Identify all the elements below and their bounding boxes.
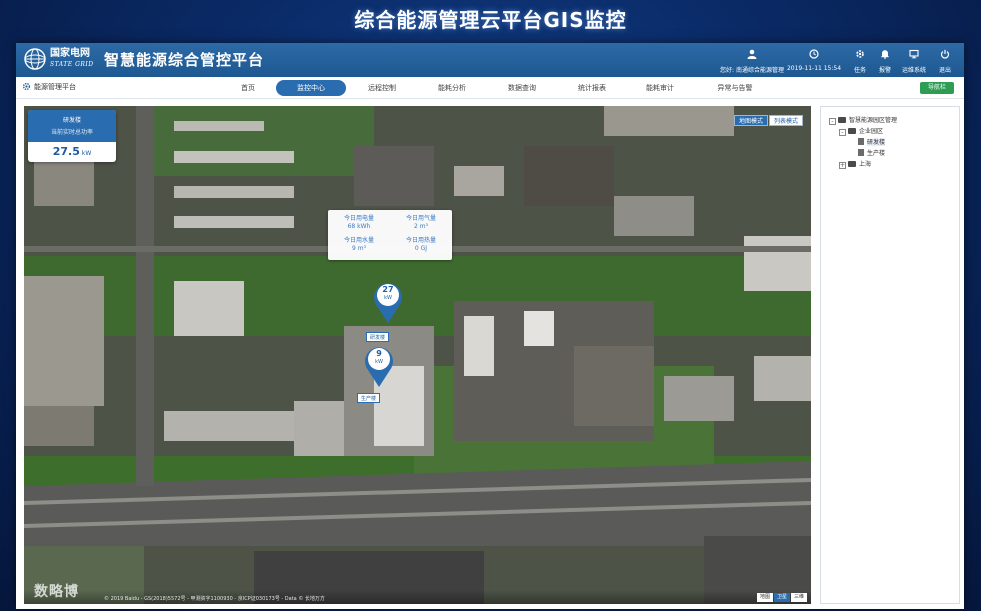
folder-icon <box>848 161 856 167</box>
tab-monitor-center[interactable]: 监控中心 <box>276 80 346 96</box>
building-icon <box>858 138 864 145</box>
app-window: 国家电网 STATE GRID 智慧能源综合管控平台 您好: 南通综合能源管理 … <box>16 43 964 609</box>
satellite-map[interactable]: 研发楼 当前实时总功率 27.5 kW 地图模式 列表模式 今日用电量 68 kWh… <box>24 106 811 604</box>
map-footer: 数略博 © 2019 Baidu - GS(2018)5572号 - 甲测资字1… <box>24 584 811 604</box>
watermark: 数略博 <box>34 584 79 600</box>
datetime-text: 2019-11-11 15:54 <box>786 65 842 72</box>
map-type-satellite[interactable]: 卫星 <box>773 593 790 602</box>
logout-label: 退出 <box>938 67 951 74</box>
tab-statistics-report[interactable]: 统计报表 <box>564 80 620 96</box>
brand-cn: 国家电网 <box>50 48 90 59</box>
map-type-map[interactable]: 地图 <box>756 593 773 602</box>
tree-node-enterprise-park[interactable]: - 企业园区 <box>829 126 959 137</box>
expand-icon[interactable]: + <box>839 162 846 169</box>
map-copyright: © 2019 Baidu - GS(2018)5572号 - 甲测资字11009… <box>104 596 325 602</box>
breadcrumb-label: 能源管理平台 <box>34 83 76 91</box>
user-icon <box>747 49 757 59</box>
map-type-switch: 地图 卫星 三维 <box>756 583 807 602</box>
stat-subtitle: 当前实时总功率 <box>50 129 93 136</box>
info-heat-value: 0 GJ <box>414 245 428 252</box>
collapse-icon[interactable]: - <box>839 129 846 136</box>
building-power-card[interactable]: 研发楼 当前实时总功率 27.5 kW <box>28 110 116 162</box>
info-gas: 今日用气量 2 m³ <box>392 215 450 231</box>
alarm-button[interactable]: 报警 <box>870 49 900 74</box>
state-grid-logo-icon <box>24 48 46 70</box>
logout-button[interactable]: 退出 <box>930 49 960 74</box>
tab-exceptions-alarms[interactable]: 异常与告警 <box>702 80 768 96</box>
tab-home[interactable]: 首页 <box>226 80 270 96</box>
energy-info-popup: 今日用电量 68 kWh 今日用气量 2 m³ 今日用水量 9 m³ 今日用热量… <box>328 210 452 260</box>
tab-energy-audit[interactable]: 能耗审计 <box>632 80 688 96</box>
clock-icon <box>809 49 819 59</box>
collapse-icon[interactable]: - <box>829 118 836 125</box>
info-water-label: 今日用水量 <box>343 237 374 244</box>
gear-icon <box>22 82 31 91</box>
app-title: 智慧能源综合管控平台 <box>104 51 265 69</box>
stat-card-header: 研发楼 当前实时总功率 <box>28 110 116 142</box>
tree-node-label: 智慧能源园区管理 <box>849 117 898 124</box>
tab-data-query[interactable]: 数据查询 <box>494 80 550 96</box>
view-mode-switch: 地图模式 列表模式 <box>733 108 804 127</box>
info-electricity: 今日用电量 68 kWh <box>330 215 388 231</box>
alarm-label: 报警 <box>878 67 891 74</box>
tree-node-label: 生产楼 <box>867 150 886 157</box>
marker-power-value: 27 <box>382 285 394 294</box>
map-marker-production-building[interactable]: 9 kW <box>361 342 397 388</box>
bell-icon <box>881 50 889 59</box>
info-gas-label: 今日用气量 <box>405 215 436 222</box>
stat-power-value: 27.5 kW <box>28 145 116 158</box>
stat-value-number: 27.5 <box>52 145 80 158</box>
map-type-3d[interactable]: 三维 <box>790 593 807 602</box>
folder-icon <box>838 117 846 123</box>
map-mode-button[interactable]: 地图模式 <box>734 115 769 126</box>
ops-system-label: 运维系统 <box>901 67 926 74</box>
list-mode-button[interactable]: 列表模式 <box>769 115 804 126</box>
power-icon <box>940 49 950 59</box>
marker-label-rd-building[interactable]: 研发楼 <box>366 332 390 342</box>
tree-node-label: 企业园区 <box>859 128 884 135</box>
stat-building-name: 研发楼 <box>62 117 81 124</box>
info-water: 今日用水量 9 m³ <box>330 237 388 253</box>
marker-power-unit: kW <box>375 359 383 365</box>
info-electricity-value: 68 kWh <box>347 223 371 230</box>
marker-label-production-building[interactable]: 生产楼 <box>357 393 381 403</box>
aerial-imagery <box>24 106 811 604</box>
brand: 国家电网 STATE GRID <box>50 48 94 70</box>
tab-remote-control[interactable]: 远程控制 <box>354 80 410 96</box>
tab-energy-analysis[interactable]: 能耗分析 <box>424 80 480 96</box>
brand-en: STATE GRID <box>50 61 94 68</box>
navigation-toggle-button[interactable]: 导航栏 <box>920 82 954 94</box>
info-heat: 今日用热量 0 GJ <box>392 237 450 253</box>
breadcrumb[interactable]: 能源管理平台 <box>22 82 76 92</box>
tree-node-production-building[interactable]: 生产楼 <box>829 148 959 159</box>
task-icon <box>856 50 864 58</box>
tree-node-label: 研发楼 <box>867 139 886 146</box>
folder-icon <box>848 128 856 134</box>
site-tree-panel: - 智慧能源园区管理 - 企业园区 研发楼 生产楼 + 上海 <box>820 106 960 604</box>
tree-node-root[interactable]: - 智慧能源园区管理 <box>829 115 959 126</box>
tree-node-label: 上海 <box>859 161 872 168</box>
ops-system-button[interactable]: 运维系统 <box>899 49 929 74</box>
main-nav: 能源管理平台 首页 监控中心 远程控制 能耗分析 数据查询 统计报表 能耗审计 … <box>16 77 964 99</box>
info-gas-value: 2 m³ <box>414 223 428 230</box>
map-marker-rd-building[interactable]: 27 kW <box>370 278 406 324</box>
tree-node-rd-building[interactable]: 研发楼 <box>829 137 959 148</box>
top-header: 国家电网 STATE GRID 智慧能源综合管控平台 您好: 南通综合能源管理 … <box>16 43 964 77</box>
info-electricity-label: 今日用电量 <box>343 215 374 222</box>
stat-unit: kW <box>81 150 92 157</box>
marker-power-value: 9 <box>376 349 382 358</box>
info-heat-label: 今日用热量 <box>405 237 436 244</box>
monitor-icon <box>909 49 919 59</box>
datetime-display: 2019-11-11 15:54 <box>786 49 842 72</box>
info-water-value: 9 m³ <box>352 245 366 252</box>
marker-power-unit: kW <box>384 295 392 301</box>
tree-node-shanghai[interactable]: + 上海 <box>829 159 959 170</box>
slide-title: 综合能源管理云平台GIS监控 <box>354 8 627 32</box>
building-icon <box>858 149 864 156</box>
